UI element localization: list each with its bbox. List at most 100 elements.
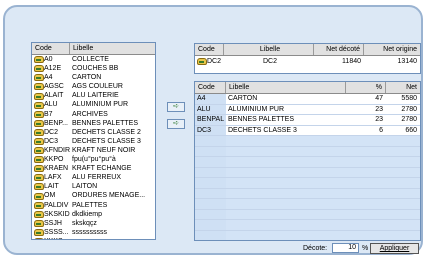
detail-libelle: [226, 188, 346, 198]
folder-icon: [34, 110, 44, 118]
table-row[interactable]: [195, 146, 420, 157]
detail-percent: [346, 199, 386, 209]
detail-net: [386, 230, 420, 240]
folder-icon: [34, 128, 44, 136]
detail-libelle: [226, 136, 346, 146]
summary-table[interactable]: Code Libelle Net décoté Net origine DC2 …: [194, 43, 421, 74]
decote-label: Décote:: [303, 245, 328, 252]
detail-percent: [346, 167, 386, 177]
list-code-cell: KRAEN: [32, 164, 70, 173]
detail-code: A4: [195, 94, 226, 104]
list-item[interactable]: A12E COUCHES BB: [32, 64, 155, 73]
folder-icon: [34, 183, 44, 191]
folder-icon: [197, 58, 207, 66]
detail-libelle: [226, 209, 346, 219]
list-item[interactable]: B7 ARCHIVES: [32, 110, 155, 119]
detail-table-rows: A4 CARTON 47 5580 ALU ALUMINIUM PUR 23 2780 BENP…: [195, 94, 420, 240]
detail-libelle: [226, 199, 346, 209]
folder-icon: [34, 119, 44, 127]
apply-button[interactable]: Appliquer: [370, 243, 419, 254]
list-item[interactable]: ALAIT ALU LAITERIE: [32, 91, 155, 100]
list-item[interactable]: A4 CARTON: [32, 73, 155, 82]
detail-code: ALU: [195, 104, 226, 114]
detail-percent: [346, 178, 386, 188]
list-libelle: ALUMINIUM PUR: [72, 101, 129, 109]
list-item[interactable]: SKSKID dkdkiemp: [32, 210, 155, 219]
list-item[interactable]: KKPO fpu(u°pu°pu°à: [32, 155, 155, 164]
summary-net-decote: 11840: [342, 58, 361, 65]
list-code-cell: ALAIT: [32, 91, 70, 100]
table-row[interactable]: A4 CARTON 47 5580: [195, 94, 420, 105]
list-item[interactable]: PALDIV PALETTES: [32, 201, 155, 210]
table-row[interactable]: [195, 167, 420, 178]
list-code: ALAIT: [44, 92, 64, 100]
list-libelle: PALETTES: [72, 201, 108, 209]
list-libelle: dkdkiemp: [72, 210, 102, 218]
list-libelle: ALU FERREUX: [72, 174, 122, 182]
detail-net: [386, 146, 420, 156]
list-code: LAFX: [44, 174, 62, 182]
product-list-rows: A0 COLLECTE A12E COUCHES BB A4 CARTON AGSC AGS …: [32, 55, 155, 239]
header-libelle: Libelle: [224, 44, 314, 55]
list-item[interactable]: AGSC AGS COULEUR: [32, 82, 155, 91]
list-code: AGSC: [44, 83, 64, 91]
product-list[interactable]: Code Libelle A0 COLLECTE A12E COUCHES BB A4 C…: [31, 42, 156, 240]
list-item[interactable]: LAFX ALU FERREUX: [32, 173, 155, 182]
list-item[interactable]: A0 COLLECTE: [32, 55, 155, 64]
table-row[interactable]: [195, 199, 420, 210]
add-to-top-button[interactable]: ➪: [167, 102, 185, 112]
table-row[interactable]: ALU ALUMINIUM PUR 23 2780: [195, 104, 420, 115]
folder-icon: [34, 165, 44, 173]
table-row[interactable]: [195, 230, 420, 240]
table-row[interactable]: [195, 136, 420, 147]
detail-percent: [346, 220, 386, 230]
list-item[interactable]: SSJH skskqçz: [32, 219, 155, 228]
table-row[interactable]: [195, 220, 420, 231]
detail-percent: 6: [346, 125, 386, 135]
add-to-detail-button[interactable]: ➪: [167, 119, 185, 129]
list-code-cell: BENP...: [32, 119, 70, 128]
folder-icon: [34, 147, 44, 155]
list-item[interactable]: KFNDIR KRAFT NEUF NOIR: [32, 146, 155, 155]
list-code: B7: [44, 110, 53, 118]
list-item[interactable]: DC2 DECHETS CLASSE 2: [32, 128, 155, 137]
list-libelle: CARTON: [72, 74, 102, 82]
summary-row[interactable]: DC2 DC2 11840 13140: [195, 56, 420, 67]
detail-net: [386, 220, 420, 230]
detail-net: [386, 178, 420, 188]
list-item[interactable]: DC3 DECHETS CLASSE 3: [32, 137, 155, 146]
detail-net: [386, 188, 420, 198]
detail-libelle: [226, 178, 346, 188]
header-net: Net: [406, 84, 417, 91]
detail-code: [195, 157, 226, 167]
table-row[interactable]: [195, 188, 420, 199]
list-code-cell: LAFX: [32, 173, 70, 182]
list-code-cell: A4: [32, 73, 70, 82]
detail-table-header: Code Libelle % Net: [195, 82, 420, 94]
list-item[interactable]: KRAEN KRAFT ECHANGE: [32, 164, 155, 173]
list-code-cell: A0: [32, 55, 70, 64]
decote-input[interactable]: 10: [332, 243, 359, 253]
header-percent: %: [346, 82, 386, 93]
list-code: KRAEN: [44, 165, 69, 173]
folder-icon: [34, 83, 44, 91]
detail-libelle: [226, 220, 346, 230]
list-code-cell: SKSKID: [32, 210, 70, 219]
list-item[interactable]: LAIT LAITON: [32, 182, 155, 191]
detail-table[interactable]: Code Libelle % Net A4 CARTON 47 5580 ALU ALUM…: [194, 81, 421, 241]
list-item[interactable]: SSSS... ssssssssss: [32, 228, 155, 237]
table-row[interactable]: DC3 DECHETS CLASSE 3 6 660: [195, 125, 420, 136]
list-item[interactable]: XKKS sssssssssssssssss: [32, 237, 155, 239]
table-row[interactable]: [195, 157, 420, 168]
folder-icon: [34, 174, 44, 182]
list-code: A0: [44, 56, 53, 63]
table-row[interactable]: BENPAL BENNES PALETTES 23 2780: [195, 115, 420, 126]
list-libelle: AGS COULEUR: [72, 83, 123, 91]
list-code-cell: ALU: [32, 100, 70, 109]
arrow-right-icon: ➪: [173, 120, 179, 127]
table-row[interactable]: [195, 209, 420, 220]
list-item[interactable]: OM ORDURES MENAGE...: [32, 191, 155, 200]
table-row[interactable]: [195, 178, 420, 189]
list-item[interactable]: BENP... BENNES PALETTES: [32, 119, 155, 128]
list-item[interactable]: ALU ALUMINIUM PUR: [32, 100, 155, 109]
